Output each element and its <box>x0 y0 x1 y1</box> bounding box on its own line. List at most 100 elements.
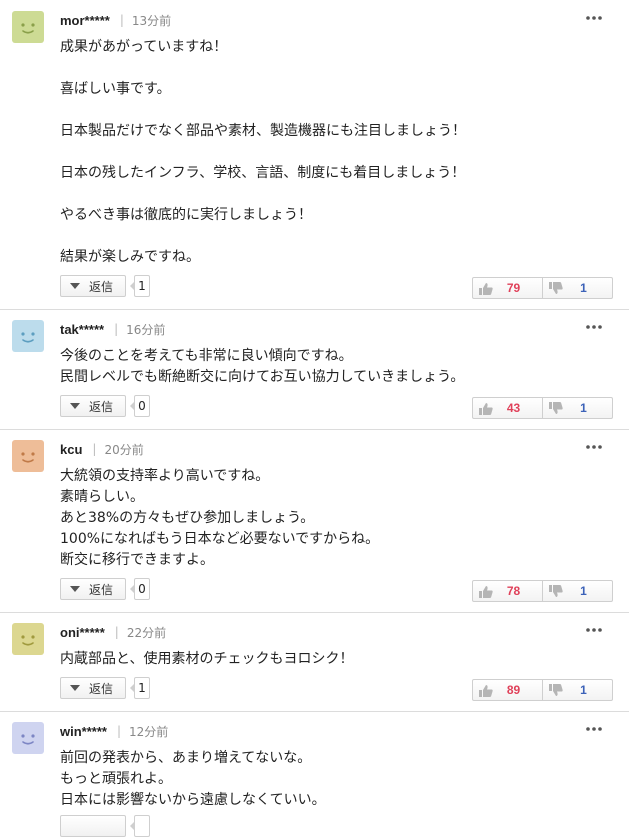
avatar <box>12 320 44 352</box>
reply-count: 1 <box>130 275 150 297</box>
more-options-icon[interactable] <box>583 320 605 334</box>
timestamp: 20分前 <box>104 442 144 457</box>
comment-body: 内蔵部品と、使用素材のチェックもヨロシク！ <box>60 649 353 670</box>
comment-line: 断交に移行できますよ。 <box>60 552 214 568</box>
comment-line: 大統領の支持率より高いですね。 <box>60 468 270 484</box>
comment-line: やるべき事は徹底的に実行しましょう！ <box>60 207 312 223</box>
reply-label: 返信 <box>89 399 114 414</box>
timestamp: 12分前 <box>129 724 169 739</box>
more-options-icon[interactable] <box>583 11 605 25</box>
comment-item: oni***** | 22分前 内蔵部品と、使用素材のチェックもヨロシク！ 返信… <box>0 612 629 712</box>
username[interactable]: kcu <box>60 442 82 457</box>
comment-item: mor***** | 13分前 成果があがっていますね！ 喜ばしい事です。 日本… <box>0 0 629 310</box>
avatar <box>12 722 44 754</box>
bad-button[interactable]: 1 <box>542 680 612 700</box>
face-icon <box>21 23 35 34</box>
reply-label: 返信 <box>89 582 114 597</box>
triangle-down-icon <box>70 283 80 289</box>
comment-header: win***** | 12分前 <box>60 722 168 740</box>
good-count: 89 <box>506 683 521 697</box>
bad-count: 1 <box>580 683 587 697</box>
comment-item: win***** | 12分前 前回の発表から、あまり増えてないな。 もっと頑張… <box>0 711 629 837</box>
comment-body: 成果があがっていますね！ 喜ばしい事です。 日本製品だけでなく部品や素材、製造機… <box>60 37 466 268</box>
separator: | <box>114 322 119 336</box>
reply-count: 0 <box>130 395 150 417</box>
comment-line: 前回の発表から、あまり増えてないな。 <box>60 750 312 766</box>
face-icon <box>21 734 35 745</box>
comment-line: 日本製品だけでなく部品や素材、製造機器にも注目しましょう！ <box>60 123 466 139</box>
more-options-icon[interactable] <box>583 440 605 454</box>
comment-line <box>60 142 466 163</box>
comment-body: 今後のことを考えても非常に良い傾向ですね。 民間レベルでも断絶断交に向けてお互い… <box>60 346 464 388</box>
comment-line <box>60 184 466 205</box>
face-icon <box>21 332 35 343</box>
comment-line: 日本には影響ないから遠慮しなくていい。 <box>60 792 326 808</box>
separator: | <box>92 442 97 456</box>
good-button[interactable]: 79 <box>473 278 542 298</box>
bad-button[interactable]: 1 <box>542 278 612 298</box>
comment-line: 喜ばしい事です。 <box>60 81 171 97</box>
vote-buttons: 89 1 <box>472 679 613 701</box>
comment-line: 今後のことを考えても非常に良い傾向ですね。 <box>60 348 353 364</box>
good-button[interactable]: 89 <box>473 680 542 700</box>
comment-line: 成果があがっていますね！ <box>60 39 228 55</box>
comment-header: mor***** | 13分前 <box>60 11 171 29</box>
separator: | <box>114 625 119 639</box>
reply-count: 0 <box>130 578 150 600</box>
comment-header: kcu | 20分前 <box>60 440 144 458</box>
reply-button[interactable]: 返信 <box>60 275 126 297</box>
comment-line: 100%になればもう日本など必要ないですからね。 <box>60 531 380 547</box>
comment-body: 大統領の支持率より高いですね。 素晴らしい。 あと38%の方々もぜひ参加しましょ… <box>60 466 379 571</box>
reply-label: 返信 <box>89 681 114 696</box>
comment-item: kcu | 20分前 大統領の支持率より高いですね。 素晴らしい。 あと38%の… <box>0 429 629 613</box>
timestamp: 13分前 <box>131 13 172 28</box>
separator: | <box>116 724 122 738</box>
bad-count: 1 <box>580 281 587 295</box>
reply-button[interactable] <box>60 815 126 837</box>
timestamp: 16分前 <box>126 322 166 337</box>
comment-line: 日本の残したインフラ、学校、言語、制度にも着目しましょう！ <box>60 165 466 181</box>
comment-line <box>60 226 466 247</box>
vote-buttons: 78 1 <box>472 580 613 602</box>
username[interactable]: oni***** <box>60 625 105 640</box>
bad-count: 1 <box>580 584 587 598</box>
bad-count: 1 <box>580 401 587 415</box>
reply-count <box>130 815 150 837</box>
good-button[interactable]: 43 <box>473 398 542 418</box>
triangle-down-icon <box>70 586 80 592</box>
bad-button[interactable]: 1 <box>542 398 612 418</box>
comment-line <box>60 100 466 121</box>
reply-button[interactable]: 返信 <box>60 677 126 699</box>
good-count: 78 <box>506 584 521 598</box>
vote-buttons: 79 1 <box>472 277 613 299</box>
comment-line: 民間レベルでも断絶断交に向けてお互い協力していきましょう。 <box>60 369 465 385</box>
comment-line: もっと頑張れよ。 <box>60 771 172 787</box>
avatar <box>12 623 44 655</box>
avatar <box>12 440 44 472</box>
username[interactable]: tak***** <box>60 322 104 337</box>
reply-label: 返信 <box>89 279 114 294</box>
username[interactable]: mor***** <box>60 13 110 28</box>
comment-line <box>60 58 466 79</box>
comment-line: 結果が楽しみですね。 <box>60 249 200 265</box>
comment-header: tak***** | 16分前 <box>60 320 165 338</box>
triangle-down-icon <box>70 403 80 409</box>
username[interactable]: win***** <box>60 724 107 739</box>
bad-button[interactable]: 1 <box>542 581 612 601</box>
more-options-icon[interactable] <box>583 623 605 637</box>
reply-button[interactable]: 返信 <box>60 395 126 417</box>
face-icon <box>21 452 35 463</box>
reply-count: 1 <box>130 677 150 699</box>
comment-header: oni***** | 22分前 <box>60 623 166 641</box>
reply-button[interactable]: 返信 <box>60 578 126 600</box>
separator: | <box>119 13 124 27</box>
comment-line: 内蔵部品と、使用素材のチェックもヨロシク！ <box>60 651 354 667</box>
good-button[interactable]: 78 <box>473 581 542 601</box>
face-icon <box>21 635 35 646</box>
timestamp: 22分前 <box>126 625 167 640</box>
avatar <box>12 11 44 43</box>
comment-line: 素晴らしい。 <box>60 489 144 505</box>
more-options-icon[interactable] <box>583 722 605 736</box>
vote-buttons: 43 1 <box>472 397 613 419</box>
good-count: 43 <box>506 401 521 415</box>
